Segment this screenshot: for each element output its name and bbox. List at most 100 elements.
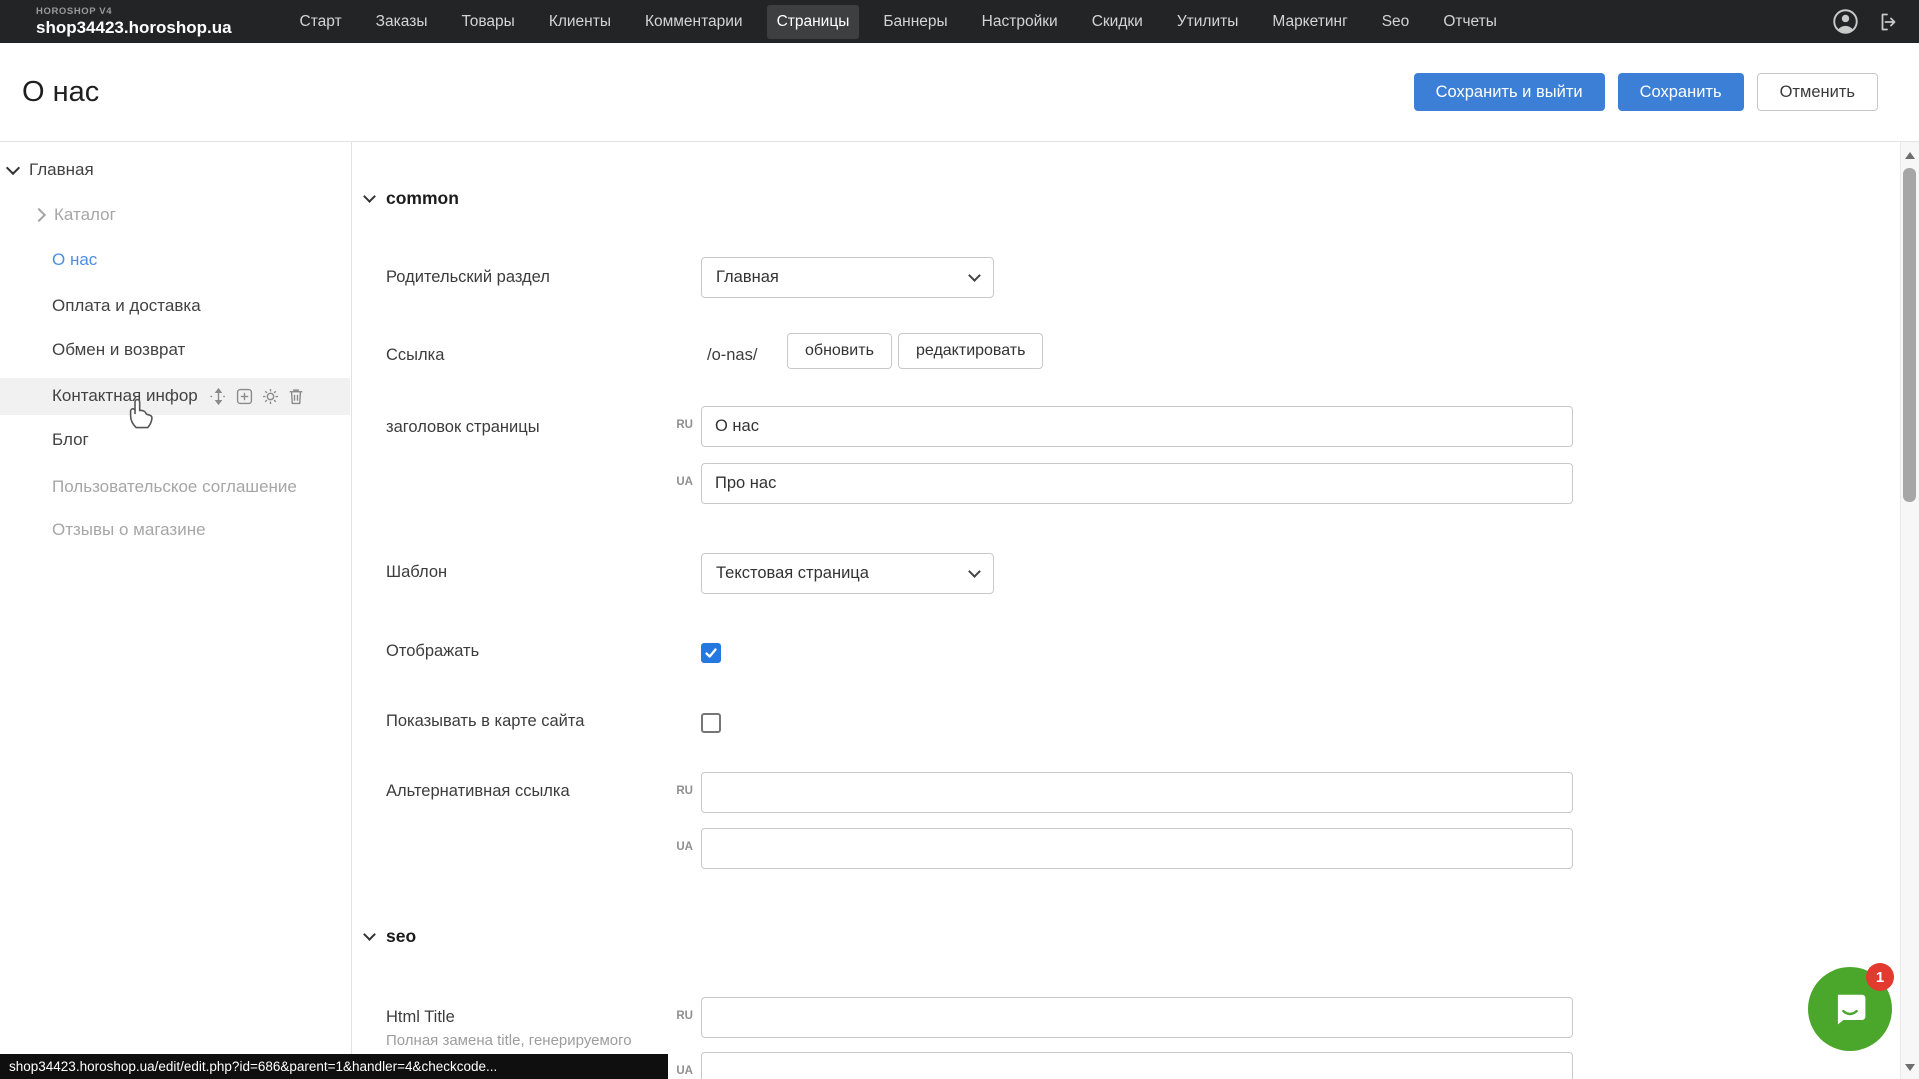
link-path: /o-nas/ bbox=[707, 346, 757, 365]
template-label: Шаблон bbox=[386, 563, 447, 582]
menu-item-seo[interactable]: Seo bbox=[1372, 5, 1420, 39]
lang-badge-ua: UA bbox=[663, 476, 693, 488]
menu-item-banners[interactable]: Баннеры bbox=[873, 5, 957, 39]
page-title: О нас bbox=[22, 76, 99, 109]
statusbar-url: shop34423.horoshop.ua/edit/edit.php?id=6… bbox=[9, 1059, 497, 1074]
html-title-label: Html Title bbox=[386, 1008, 455, 1027]
logo-domain-label: shop34423.horoshop.ua bbox=[36, 19, 232, 36]
main-menu: Старт Заказы Товары Клиенты Комментарии … bbox=[290, 5, 1507, 39]
menu-item-settings[interactable]: Настройки bbox=[972, 5, 1068, 39]
top-navigation-bar: HOROSHOP V4 shop34423.horoshop.ua Старт … bbox=[0, 0, 1919, 43]
sidebar-item-label: Каталог bbox=[54, 205, 116, 225]
sidebar-item-obmen[interactable]: Обмен и возврат bbox=[52, 333, 185, 367]
template-select[interactable]: Текстовая страница bbox=[701, 553, 994, 594]
sitemap-checkbox[interactable] bbox=[701, 713, 721, 733]
horoshop-admin-screen: HOROSHOP V4 shop34423.horoshop.ua Старт … bbox=[0, 0, 1919, 1079]
sidebar-item-label: Главная bbox=[29, 160, 94, 180]
sidebar-item-label: Блог bbox=[52, 430, 89, 450]
link-refresh-button[interactable]: обновить bbox=[787, 333, 892, 369]
sidebar-item-label: Пользовательское соглашение bbox=[52, 477, 297, 497]
sidebar-item-label: Оплата и доставка bbox=[52, 296, 201, 316]
save-and-exit-button[interactable]: Сохранить и выйти bbox=[1414, 73, 1605, 111]
chevron-down-icon bbox=[363, 928, 376, 941]
menu-item-discounts[interactable]: Скидки bbox=[1082, 5, 1153, 39]
tree-item-actions bbox=[210, 388, 304, 405]
cancel-button[interactable]: Отменить bbox=[1757, 73, 1878, 111]
link-preview-statusbar: shop34423.horoshop.ua/edit/edit.php?id=6… bbox=[0, 1054, 668, 1079]
link-label: Ссылка bbox=[386, 346, 444, 365]
menu-item-products[interactable]: Товары bbox=[451, 5, 524, 39]
logout-icon[interactable] bbox=[1877, 10, 1901, 34]
menu-item-comments[interactable]: Комментарии bbox=[635, 5, 753, 39]
menu-item-marketing[interactable]: Маркетинг bbox=[1262, 5, 1357, 39]
logo-version-label: HOROSHOP V4 bbox=[36, 7, 232, 17]
sidebar-item-katalog[interactable]: Каталог bbox=[34, 198, 116, 232]
chevron-right-icon[interactable] bbox=[32, 208, 46, 222]
shop-logo[interactable]: HOROSHOP V4 shop34423.horoshop.ua bbox=[36, 7, 232, 36]
vertical-scrollbar[interactable] bbox=[1900, 142, 1919, 1079]
sidebar-item-label: Отзывы о магазине bbox=[52, 520, 206, 540]
sidebar-item-polzovatelskoe[interactable]: Пользовательское соглашение bbox=[52, 470, 297, 504]
menu-item-clients[interactable]: Клиенты bbox=[539, 5, 621, 39]
menu-item-pages[interactable]: Страницы bbox=[767, 5, 860, 39]
page-header: О нас Сохранить и выйти Сохранить Отмени… bbox=[0, 43, 1919, 142]
sidebar-item-blog[interactable]: Блог bbox=[52, 423, 89, 457]
lang-badge-ru: RU bbox=[663, 785, 693, 797]
section-common[interactable]: common bbox=[365, 188, 459, 209]
lang-badge-ru: RU bbox=[663, 419, 693, 431]
sidebar-item-oplata[interactable]: Оплата и доставка bbox=[52, 289, 201, 323]
template-value: Текстовая страница bbox=[716, 564, 869, 583]
sidebar-item-o-nas[interactable]: О нас bbox=[52, 243, 97, 277]
menu-item-reports[interactable]: Отчеты bbox=[1433, 5, 1507, 39]
sidebar-item-glavnaya[interactable]: Главная bbox=[8, 153, 94, 187]
pages-tree-sidebar: Главная Каталог О нас Оплата и доставка … bbox=[0, 142, 352, 1079]
html-title-hint: Полная замена title, генерируемого bbox=[386, 1032, 632, 1049]
menu-item-utilities[interactable]: Утилиты bbox=[1167, 5, 1249, 39]
sidebar-item-label: Обмен и возврат bbox=[52, 340, 185, 360]
scroll-up-arrow-icon[interactable] bbox=[1905, 152, 1915, 159]
save-button[interactable]: Сохранить bbox=[1618, 73, 1744, 111]
sidebar-item-label: Контактная инфор bbox=[52, 386, 198, 406]
header-buttons: Сохранить и выйти Сохранить Отменить bbox=[1414, 73, 1878, 111]
sidebar-item-label: О нас bbox=[52, 250, 97, 270]
chevron-down-icon bbox=[363, 190, 376, 203]
section-common-label: common bbox=[386, 188, 459, 209]
page-title-field-label: заголовок страницы bbox=[386, 418, 540, 437]
section-seo[interactable]: seo bbox=[365, 926, 416, 947]
lang-badge-ua: UA bbox=[663, 841, 693, 853]
settings-icon[interactable] bbox=[262, 388, 279, 405]
menu-item-orders[interactable]: Заказы bbox=[366, 5, 438, 39]
page-title-ua-input[interactable] bbox=[701, 463, 1573, 504]
parent-section-select[interactable]: Главная bbox=[701, 257, 994, 298]
checkmark-icon bbox=[704, 646, 718, 660]
alt-link-ru-input[interactable] bbox=[701, 772, 1573, 813]
chevron-down-icon bbox=[968, 269, 981, 282]
lang-badge-ru: RU bbox=[663, 1010, 693, 1022]
chat-bubble-icon bbox=[1828, 987, 1872, 1031]
display-checkbox[interactable] bbox=[701, 643, 721, 663]
add-icon[interactable] bbox=[236, 388, 253, 405]
section-seo-label: seo bbox=[386, 926, 416, 947]
alt-link-ua-input[interactable] bbox=[701, 828, 1573, 869]
scrollbar-thumb[interactable] bbox=[1903, 168, 1916, 502]
html-title-ru-input[interactable] bbox=[701, 997, 1573, 1038]
topbar-right-icons bbox=[1832, 8, 1901, 35]
sidebar-item-otzyvy[interactable]: Отзывы о магазине bbox=[52, 513, 206, 547]
delete-icon[interactable] bbox=[288, 388, 304, 405]
sitemap-label: Показывать в карте сайта bbox=[386, 712, 584, 731]
menu-item-start[interactable]: Старт bbox=[290, 5, 352, 39]
page-title-ru-input[interactable] bbox=[701, 406, 1573, 447]
sidebar-item-kontaktnaya[interactable]: Контактная инфор bbox=[52, 379, 304, 413]
scroll-down-arrow-icon[interactable] bbox=[1905, 1064, 1915, 1071]
parent-section-value: Главная bbox=[716, 268, 779, 287]
display-label: Отображать bbox=[386, 642, 479, 661]
chevron-down-icon bbox=[968, 565, 981, 578]
chat-unread-badge[interactable]: 1 bbox=[1866, 963, 1894, 991]
html-title-ua-input[interactable] bbox=[701, 1052, 1573, 1079]
account-icon[interactable] bbox=[1832, 8, 1859, 35]
chevron-down-icon[interactable] bbox=[6, 160, 20, 174]
link-edit-button[interactable]: редактировать bbox=[898, 333, 1043, 369]
alt-link-label: Альтернативная ссылка bbox=[386, 782, 570, 801]
move-icon[interactable] bbox=[210, 388, 227, 405]
parent-section-label: Родительский раздел bbox=[386, 268, 550, 287]
